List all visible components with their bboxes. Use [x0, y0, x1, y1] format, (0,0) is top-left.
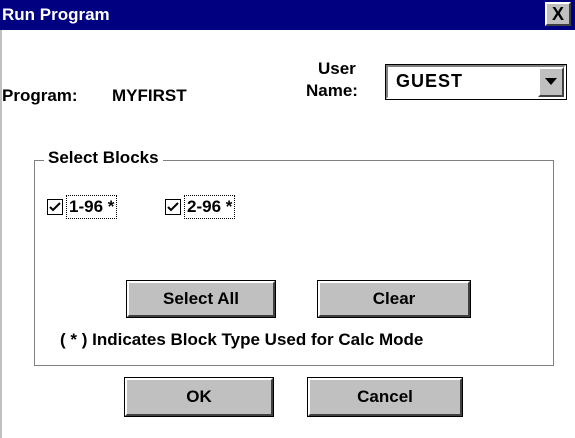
program-label: Program: — [2, 86, 78, 105]
user-name-label-line1: User — [318, 59, 356, 78]
close-icon: X — [551, 4, 564, 24]
window-title: Run Program — [2, 5, 110, 24]
user-name-value: GUEST — [396, 71, 464, 91]
cancel-button[interactable]: Cancel — [307, 377, 463, 417]
title-bar[interactable]: Run Program X — [0, 0, 575, 30]
checkbox-label: 1-96 * — [66, 195, 118, 219]
block-type-footnote: ( * ) Indicates Block Type Used for Calc… — [60, 330, 424, 349]
user-name-label-line2: Name: — [306, 81, 358, 100]
block-checkbox-2-96[interactable]: 2-96 * — [165, 195, 265, 223]
run-program-dialog: Run Program X Program: MYFIRST User Name… — [0, 0, 575, 438]
chevron-down-icon — [545, 78, 557, 85]
check-icon — [49, 202, 61, 212]
checkbox-label: 2-96 * — [184, 195, 236, 219]
user-name-select[interactable]: GUEST — [385, 64, 567, 100]
dropdown-button[interactable] — [538, 67, 564, 97]
clear-button[interactable]: Clear — [317, 280, 471, 318]
ok-button[interactable]: OK — [124, 377, 274, 417]
close-button[interactable]: X — [545, 2, 571, 26]
program-name: MYFIRST — [112, 86, 187, 105]
checkbox-box[interactable] — [47, 199, 63, 215]
select-blocks-legend: Select Blocks — [44, 148, 163, 168]
checkbox-box[interactable] — [165, 199, 181, 215]
block-checkbox-1-96[interactable]: 1-96 * — [47, 195, 147, 223]
select-all-button[interactable]: Select All — [126, 280, 276, 318]
check-icon — [167, 202, 179, 212]
